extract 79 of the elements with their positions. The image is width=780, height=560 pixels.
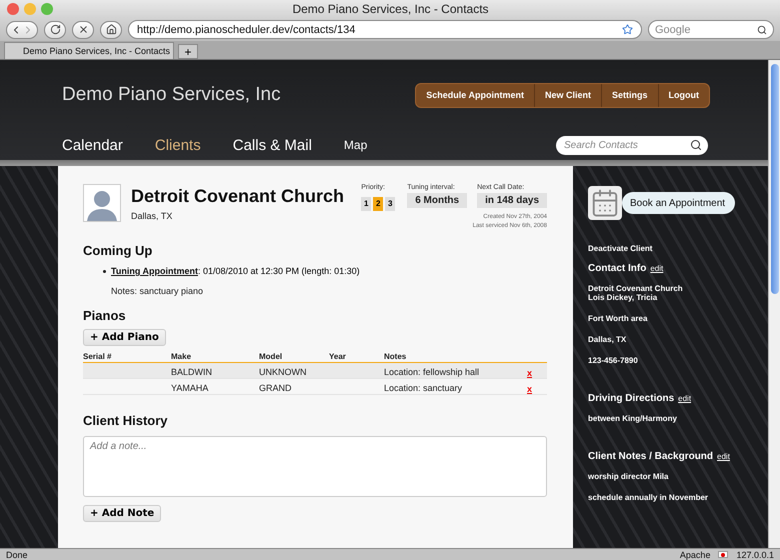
sidebar-heading: Driving Directions bbox=[588, 393, 674, 404]
sidebar-heading: Contact Info bbox=[588, 263, 646, 274]
calendar-icon[interactable] bbox=[588, 186, 622, 220]
scrollbar-thumb[interactable] bbox=[770, 64, 778, 294]
nav-tab[interactable]: Calendar bbox=[62, 136, 123, 154]
next-call-value: in 148 days bbox=[477, 193, 547, 208]
column-header: Model bbox=[259, 352, 284, 361]
column-header: Make bbox=[171, 352, 192, 361]
back-forward-button[interactable] bbox=[6, 20, 38, 38]
contact-name: Detroit Covenant Church bbox=[131, 186, 344, 207]
close-button[interactable] bbox=[7, 3, 19, 15]
star-icon[interactable] bbox=[622, 24, 633, 35]
appointment-text: Tuning Appointment: 01/08/2010 at 12:30 PM (length: 01:30) bbox=[111, 266, 360, 276]
contact-location: Dallas, TX bbox=[131, 211, 174, 221]
sidebar-text: Dallas, TX bbox=[588, 335, 628, 344]
status-text: Done bbox=[6, 550, 29, 560]
section-heading: Pianos bbox=[83, 308, 127, 323]
priority-option[interactable]: 2 bbox=[373, 196, 384, 210]
sidebar-text: between King/Harmony bbox=[588, 414, 678, 423]
note-field[interactable]: Add a note... bbox=[83, 436, 547, 497]
priority-option[interactable]: 3 bbox=[385, 196, 396, 210]
window-title: Demo Piano Services, Inc - Contacts bbox=[291, 2, 490, 16]
appointment-notes: Notes: sanctuary piano bbox=[111, 286, 204, 296]
sidebar-text: schedule annually in November bbox=[588, 493, 710, 502]
menu-link[interactable]: New Client bbox=[534, 84, 601, 106]
table-cell-text: BALDWIN bbox=[171, 367, 214, 377]
search-icon bbox=[690, 139, 702, 151]
appointment-link[interactable]: Tuning Appointment bbox=[111, 266, 198, 276]
section-heading: Coming Up bbox=[83, 243, 154, 258]
sidebar-text: 123-456-7890 bbox=[588, 356, 639, 365]
edit-link[interactable]: edit bbox=[717, 452, 730, 461]
reload-button[interactable] bbox=[44, 20, 66, 38]
nav-tab[interactable]: Calls & Mail bbox=[232, 136, 312, 154]
priority-option[interactable]: 1 bbox=[361, 196, 372, 210]
sidebar-text: Fort Worth area bbox=[588, 314, 648, 323]
table-cell-text: YAMAHA bbox=[171, 383, 210, 393]
column-header: Year bbox=[329, 352, 347, 361]
section-heading: Client History bbox=[83, 413, 169, 428]
close-icon bbox=[78, 24, 88, 35]
search-field[interactable]: Google bbox=[648, 20, 774, 39]
browser-tab[interactable]: Demo Piano Services, Inc - Contacts bbox=[4, 42, 174, 59]
add-piano-button[interactable]: + Add Piano bbox=[83, 329, 166, 346]
table-cell-text: Location: fellowship hall bbox=[384, 367, 480, 377]
edit-link[interactable]: edit bbox=[650, 264, 664, 273]
table-cell-text: GRAND bbox=[259, 383, 293, 393]
address-field[interactable]: http://demo.pianoscheduler.dev/contacts/134 bbox=[128, 20, 642, 39]
sidebar-heading: Client Notes / Background bbox=[588, 451, 714, 462]
sidebar-text: worship director Mila bbox=[588, 472, 670, 481]
new-tab-button[interactable]: + bbox=[178, 44, 198, 59]
sidebar-text: Detroit Covenant Church bbox=[588, 284, 684, 293]
menu-link[interactable]: Logout bbox=[658, 84, 709, 106]
table-cell-text: UNKNOWN bbox=[259, 367, 308, 377]
flag-icon bbox=[718, 551, 728, 558]
book-appointment-button[interactable]: Book an Appointment bbox=[622, 192, 736, 214]
add-note-button[interactable]: + Add Note bbox=[83, 505, 162, 522]
home-button[interactable] bbox=[100, 20, 122, 38]
reload-icon bbox=[50, 24, 60, 35]
avatar-silhouette bbox=[83, 184, 121, 222]
ip-address: 127.0.0.1 bbox=[736, 550, 774, 560]
server-label: Apache bbox=[680, 550, 710, 560]
brand-name: Demo Piano Services, Inc bbox=[62, 84, 281, 106]
delete-link[interactable]: x bbox=[527, 384, 532, 394]
search-field[interactable]: Search Contacts bbox=[556, 136, 708, 154]
menu-link[interactable]: Settings bbox=[600, 84, 658, 106]
sidebar-text: Lois Dickey, Tricia bbox=[588, 293, 658, 302]
interval-value: 6 Months bbox=[407, 193, 468, 208]
table-cell-text: Location: sanctuary bbox=[384, 383, 464, 393]
search-icon bbox=[757, 24, 767, 34]
zoom-button[interactable] bbox=[41, 3, 53, 15]
deactivate-link[interactable]: Deactivate Client bbox=[588, 244, 768, 253]
column-header: Serial # bbox=[83, 352, 112, 361]
nav-tab[interactable]: Map bbox=[344, 138, 368, 152]
menu-link[interactable]: Schedule Appointment bbox=[416, 84, 534, 106]
edit-link[interactable]: edit bbox=[678, 394, 692, 403]
stop-button[interactable] bbox=[72, 20, 94, 38]
nav-tab[interactable]: Clients bbox=[154, 136, 201, 154]
column-header: Notes bbox=[384, 352, 408, 361]
delete-link[interactable]: x bbox=[527, 368, 532, 378]
home-icon bbox=[106, 24, 116, 35]
